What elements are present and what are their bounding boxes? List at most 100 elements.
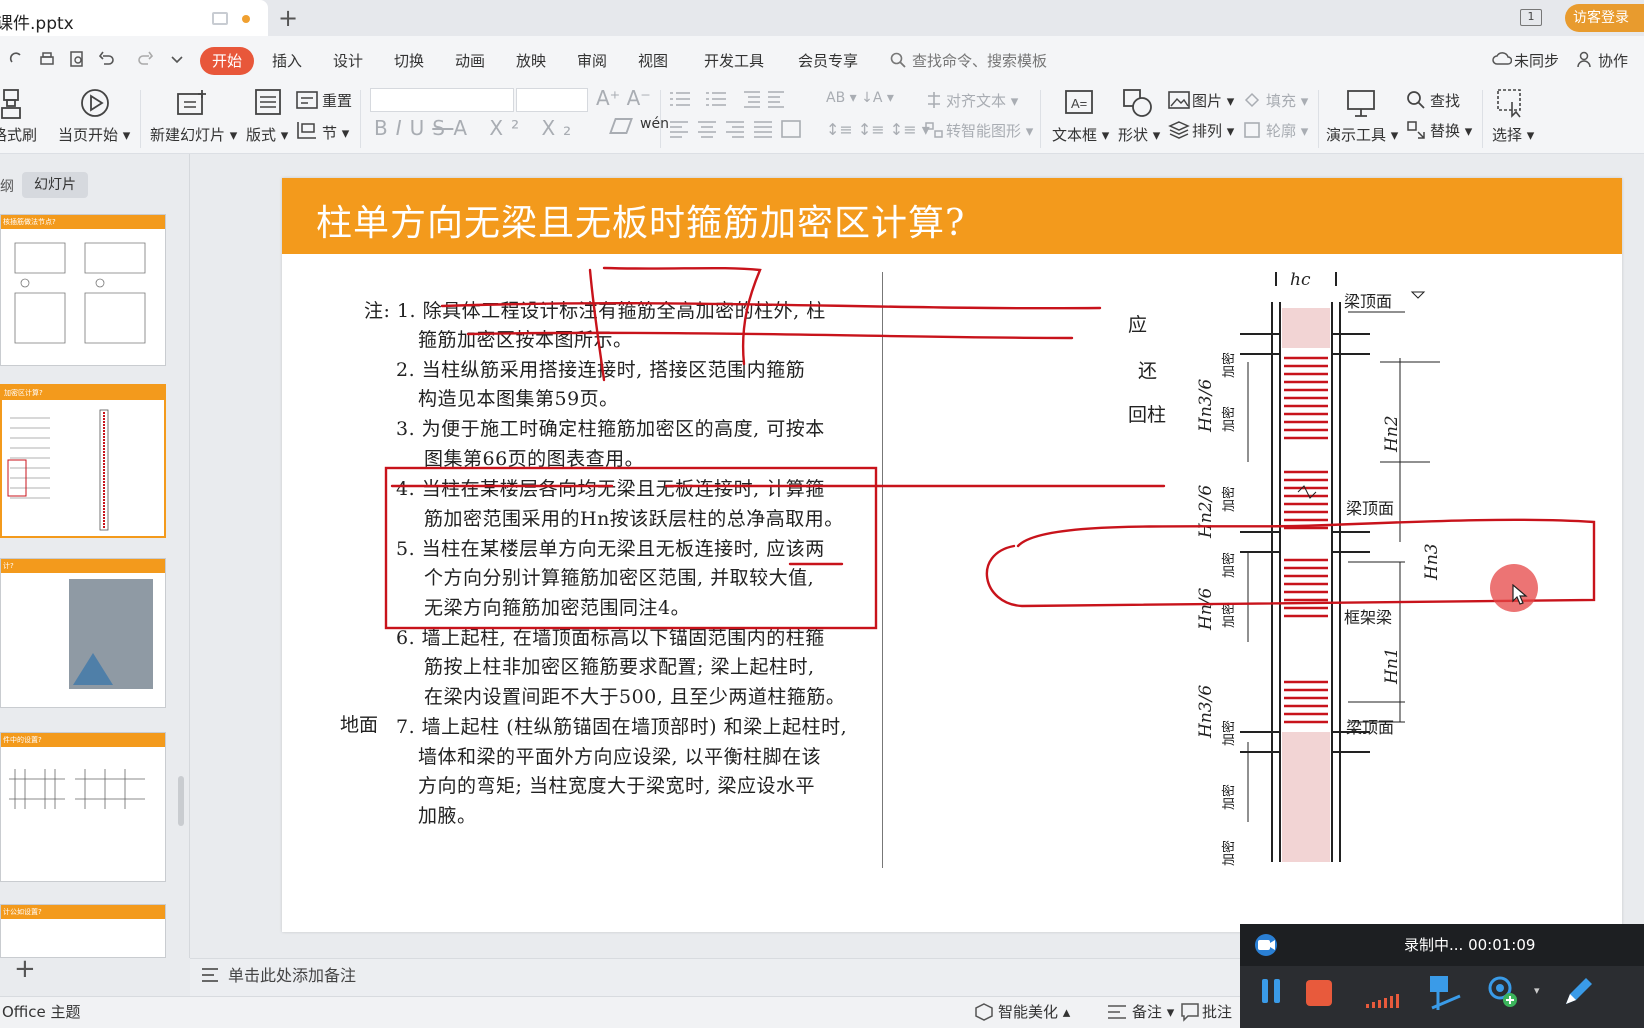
format-painter-button[interactable]: 格式刷 [0, 124, 37, 145]
format-painter-icon[interactable] [0, 88, 26, 120]
section-button[interactable]: 节 ▾ [322, 122, 349, 143]
slide-thumbnail[interactable]: 件中的设置? [0, 732, 166, 882]
font-style-buttons[interactable]: BIUSA X² X₂ [374, 116, 579, 140]
collaborate-icon[interactable] [1576, 51, 1594, 68]
note-line[interactable]: 个方向分别计算箍筋加密区范围, 并取较大值, [424, 563, 814, 590]
layout-icon[interactable] [254, 88, 282, 116]
document-tab-title[interactable]: 课件.pptx [0, 9, 74, 34]
note-line[interactable]: 筋按上柱非加密区箍筋要求配置; 梁上起柱时, [424, 652, 814, 679]
webcam-add-icon[interactable] [1486, 976, 1520, 1008]
print-icon[interactable] [38, 50, 56, 68]
outline-button[interactable]: 轮廓 ▾ [1266, 120, 1308, 141]
note-line[interactable]: 5. 当柱在某楼层单方向无梁且无板连接时, 应该两 [396, 534, 825, 561]
note-line[interactable]: 7. 墙上起柱 (柱纵筋锚固在墙顶部时) 和梁上起柱时, [396, 712, 847, 739]
text-box-button[interactable]: 文本框 ▾ [1052, 124, 1109, 145]
comment-button[interactable]: 批注 [1202, 1001, 1232, 1022]
note-line[interactable]: 箍筋加密区按本图所示。 [418, 325, 633, 352]
command-search-input[interactable]: 查找命令、搜索模板 [912, 50, 1047, 71]
undo-icon[interactable] [98, 50, 116, 68]
play-from-current-button[interactable]: 当页开始 ▾ [58, 124, 130, 145]
shape-button[interactable]: 形状 ▾ [1118, 124, 1160, 145]
search-icon[interactable] [890, 52, 906, 68]
presentation-tools-icon[interactable] [1346, 88, 1378, 118]
menu-tab-view[interactable]: 视图 [638, 50, 668, 71]
theme-name[interactable]: Office 主题 [2, 1001, 81, 1022]
smart-beautify-icon[interactable] [974, 1002, 994, 1022]
outline-icon[interactable] [1242, 120, 1262, 140]
reset-icon[interactable] [296, 90, 318, 110]
notes-toggle-button[interactable]: 备注 ▾ [1132, 1001, 1174, 1022]
new-tab-button[interactable]: + [278, 4, 298, 32]
text-direction-button[interactable]: AB ▾ ↓A ▾ [826, 90, 894, 106]
pen-tool-icon[interactable] [1560, 974, 1596, 1010]
note-line[interactable]: 6. 墙上起柱, 在墙顶面标高以下锚固范围内的柱箍 [396, 623, 825, 650]
slide-thumbnail-selected[interactable]: 加密区计算? [0, 384, 166, 538]
outline-tab[interactable]: 纲 [0, 176, 14, 196]
visitor-login-button[interactable]: 访客登录 [1565, 4, 1644, 32]
note-line[interactable]: 方向的弯矩; 当柱宽度大于梁宽时, 梁应设水平 [418, 771, 815, 798]
note-line[interactable]: 2. 当柱纵筋采用搭接连接时, 搭接区范围内箍筋 [396, 355, 805, 382]
play-icon[interactable] [80, 88, 110, 118]
annotation-tool-icon[interactable] [1424, 972, 1464, 1012]
comment-icon[interactable] [1180, 1002, 1200, 1022]
monitor-icon[interactable] [212, 12, 228, 25]
font-size-select[interactable] [516, 88, 588, 112]
fill-icon[interactable] [1242, 90, 1262, 110]
note-line[interactable]: 在梁内设置间距不大于500, 且至少两道柱箍筋。 [424, 682, 845, 709]
redo-icon[interactable] [136, 50, 154, 68]
picture-icon[interactable] [1168, 90, 1190, 110]
dropdown-arrow-icon[interactable]: ▾ [1534, 984, 1540, 997]
font-grow-icon[interactable]: A⁺ A⁻ [596, 86, 651, 110]
note-line[interactable]: 3. 为便于施工时确定柱箍筋加密区的高度, 可按本 [396, 414, 825, 441]
notes-input[interactable]: 单击此处添加备注 [228, 962, 356, 986]
menu-tab-review[interactable]: 审阅 [577, 50, 607, 71]
convert-smartart-icon[interactable] [924, 120, 944, 140]
convert-smartart-button[interactable]: 转智能图形 ▾ [946, 120, 1033, 141]
redo-icon[interactable] [8, 50, 26, 68]
find-button[interactable]: 查找 [1430, 90, 1460, 111]
presentation-tools-button[interactable]: 演示工具 ▾ [1326, 124, 1398, 145]
picture-button[interactable]: 图片 ▾ [1192, 90, 1234, 111]
arrange-button[interactable]: 排列 ▾ [1192, 120, 1234, 141]
layout-button[interactable]: 版式 ▾ [246, 124, 288, 145]
slide-title[interactable]: 柱单方向无梁且无板时箍筋加密区计算? [316, 194, 965, 246]
stop-recording-button[interactable] [1306, 980, 1332, 1006]
select-icon[interactable] [1496, 88, 1526, 118]
pause-recording-button[interactable] [1260, 978, 1282, 1004]
smart-beautify-button[interactable]: 智能美化 ▴ [998, 1001, 1070, 1022]
find-icon[interactable] [1406, 90, 1426, 110]
note-line[interactable]: 4. 当柱在某楼层各向均无梁且无板连接时, 计算箍 [396, 474, 825, 501]
slides-tab[interactable]: 幻灯片 [22, 172, 88, 198]
replace-button[interactable]: 替换 ▾ [1430, 120, 1472, 141]
note-line[interactable]: 无梁方向箍筋加密范围同注4。 [424, 593, 690, 620]
note-line[interactable]: 注: 1. 除具体工程设计标注有箍筋全高加密的柱外, 柱 [364, 296, 826, 323]
align-text-button[interactable]: 对齐文本 ▾ [946, 90, 1018, 111]
text-box-icon[interactable]: A= [1064, 88, 1094, 118]
note-line[interactable]: 构造见本图集第59页。 [418, 384, 619, 411]
collaborate-button[interactable]: 协作 [1598, 50, 1628, 71]
replace-icon[interactable] [1406, 120, 1426, 140]
customize-toolbar-icon[interactable] [168, 50, 186, 68]
panel-scrollbar[interactable] [178, 776, 184, 826]
slide-thumbnail[interactable]: 计公如设置? [0, 904, 166, 958]
menu-tab-insert[interactable]: 插入 [272, 50, 302, 71]
print-preview-icon[interactable] [68, 50, 86, 68]
menu-tab-animation[interactable]: 动画 [455, 50, 485, 71]
note-line[interactable]: 筋加密范围采用的Hn按该跃层柱的总净高取用。 [424, 504, 844, 531]
shape-icon[interactable] [1122, 88, 1154, 118]
menu-tab-design[interactable]: 设计 [333, 50, 363, 71]
reset-button[interactable]: 重置 [322, 90, 352, 111]
notes-toggle-icon[interactable] [1106, 1002, 1128, 1022]
sync-status[interactable]: 未同步 [1514, 50, 1559, 71]
menu-tab-transition[interactable]: 切换 [394, 50, 424, 71]
slide-thumbnail[interactable]: 计? [0, 558, 166, 708]
new-slide-icon[interactable] [176, 88, 208, 118]
note-line[interactable]: 图集第66页的图表查用。 [424, 444, 644, 471]
menu-tab-start[interactable]: 开始 [200, 47, 254, 75]
line-spacing-button[interactable]: ↕≡ ↕≡ ↕≡ ▾ [826, 120, 930, 139]
menu-tab-slideshow[interactable]: 放映 [516, 50, 546, 71]
window-count-badge[interactable]: 1 [1520, 9, 1542, 26]
arrange-icon[interactable] [1168, 120, 1190, 140]
note-line[interactable]: 墙体和梁的平面外方向应设梁, 以平衡柱脚在该 [418, 742, 821, 769]
section-icon[interactable] [296, 120, 318, 140]
